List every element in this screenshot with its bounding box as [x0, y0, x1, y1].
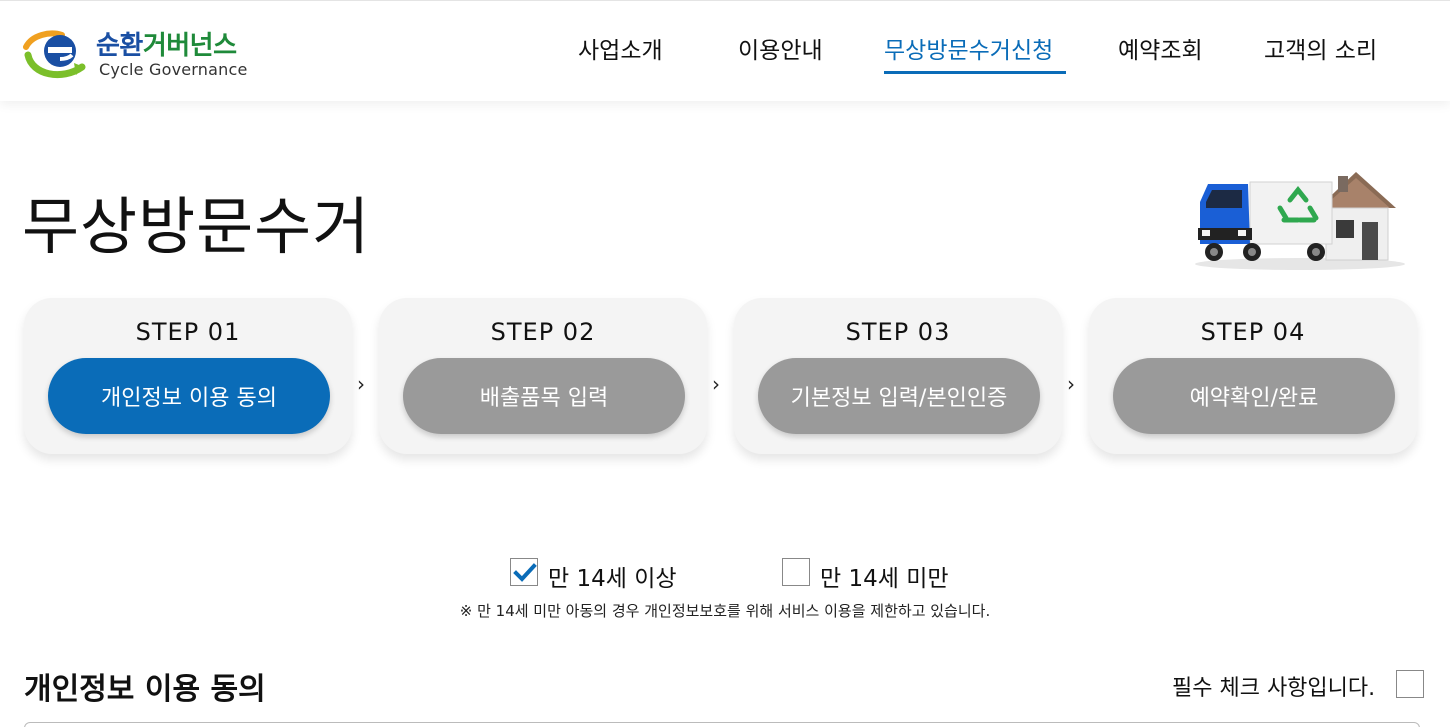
required-checkbox[interactable] — [1396, 670, 1424, 698]
consent-section-title: 개인정보 이용 동의 — [24, 672, 266, 707]
logo-e-icon — [23, 30, 86, 79]
step-pill-items[interactable]: 배출품목 입력 — [403, 358, 685, 434]
age-under-14-label[interactable]: 만 14세 미만 — [820, 559, 949, 593]
age-over-14-label[interactable]: 만 14세 이상 — [548, 559, 677, 593]
nav-item-free-pickup-request[interactable]: 무상방문수거신청 — [884, 31, 1053, 65]
age-notice: ※ 만 14세 미만 아동의 경우 개인정보보호를 위해 서비스 이용을 제한하… — [459, 602, 991, 620]
age-selection: 만 14세 이상 만 14세 미만 — [0, 558, 1450, 592]
logo-name-part1: 순환 — [96, 31, 143, 61]
truck-house-illustration — [1195, 172, 1405, 270]
logo-korean-name: 순환거버넌스 — [96, 25, 237, 62]
logo-english-name: Cycle Governance — [99, 60, 248, 79]
age-over-14-checkbox[interactable] — [510, 558, 538, 586]
step-arrow-icon: › — [1067, 372, 1075, 396]
step-pill-basic-info[interactable]: 기본정보 입력/본인인증 — [758, 358, 1040, 434]
nav-item-usage-guide[interactable]: 이용안내 — [738, 31, 823, 65]
step-label: STEP 02 — [490, 318, 596, 346]
step-arrow-icon: › — [712, 372, 720, 396]
step-card-3: STEP 03 기본정보 입력/본인인증 — [734, 298, 1062, 454]
age-under-14-checkbox[interactable] — [782, 558, 810, 586]
consent-textbox[interactable] — [24, 722, 1420, 727]
nav-item-reservation-lookup[interactable]: 예약조회 — [1118, 31, 1203, 65]
nav-active-underline — [884, 71, 1066, 74]
nav-item-business-intro[interactable]: 사업소개 — [578, 31, 663, 65]
step-pill-consent[interactable]: 개인정보 이용 동의 — [48, 358, 330, 434]
step-label: STEP 01 — [135, 318, 241, 346]
checkmark-icon — [513, 563, 537, 582]
step-label: STEP 04 — [1200, 318, 1306, 346]
step-card-1: STEP 01 개인정보 이용 동의 — [24, 298, 352, 454]
site-logo[interactable]: 순환거버넌스 Cycle Governance — [22, 23, 262, 83]
logo-name-part2: 거버넌스 — [142, 31, 237, 61]
step-card-2: STEP 02 배출품목 입력 — [379, 298, 707, 454]
step-pill-confirm[interactable]: 예약확인/완료 — [1113, 358, 1395, 434]
required-check-label[interactable]: 필수 체크 사항입니다. — [1172, 670, 1375, 702]
step-card-4: STEP 04 예약확인/완료 — [1089, 298, 1417, 454]
site-header: 순환거버넌스 Cycle Governance 사업소개 이용안내 무상방문수거… — [0, 0, 1450, 101]
step-arrow-icon: › — [357, 372, 365, 396]
nav-item-customer-voice[interactable]: 고객의 소리 — [1264, 31, 1377, 65]
page-title: 무상방문수거 — [22, 190, 371, 263]
step-label: STEP 03 — [845, 318, 951, 346]
